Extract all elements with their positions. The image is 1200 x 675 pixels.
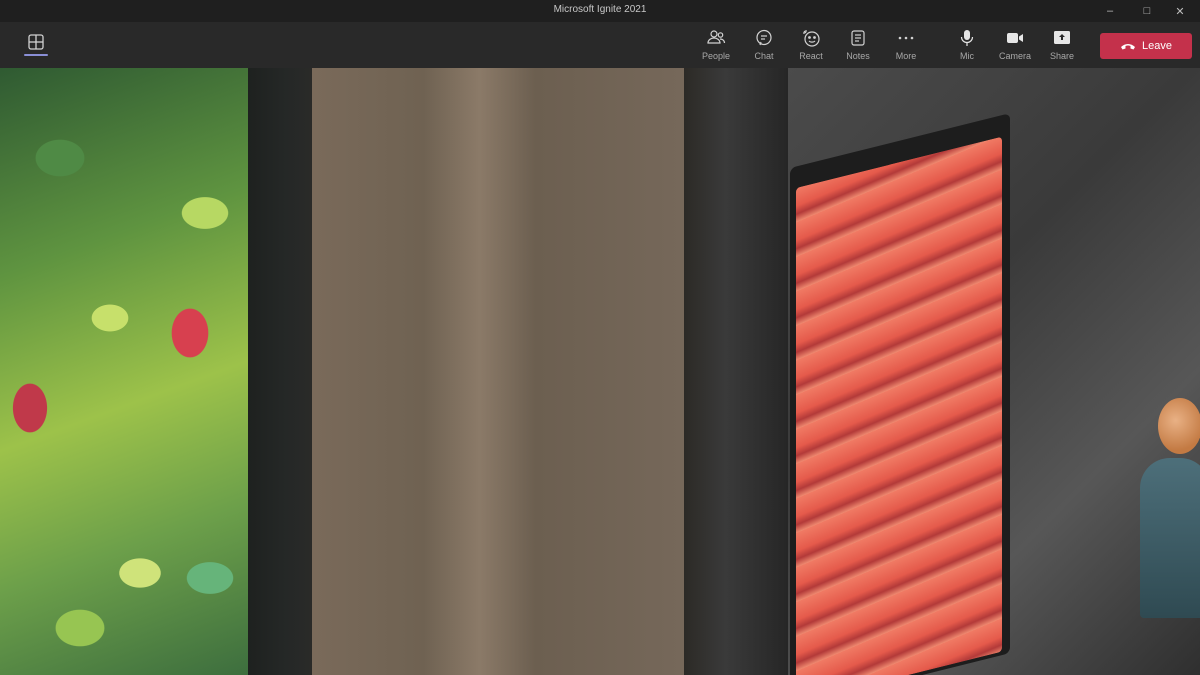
mic-label: Mic <box>960 51 974 61</box>
notes-icon <box>851 30 865 46</box>
chat-label: Chat <box>754 51 774 61</box>
chat-button[interactable]: Chat <box>740 28 788 66</box>
display-screen-content[interactable] <box>796 136 1002 675</box>
leave-button[interactable]: Leave <box>1100 33 1192 59</box>
avatar-body <box>1140 458 1200 618</box>
camera-label: Camera <box>998 51 1031 61</box>
teams-mesh-window: Microsoft Ignite 2021 – □ ✕ People Chat … <box>0 0 1200 675</box>
grid-view-button[interactable] <box>24 34 48 60</box>
meeting-toolbar: People Chat React Notes More Mic Camera … <box>0 22 1200 68</box>
share-button[interactable]: Share <box>1038 28 1086 66</box>
leaf-wall-art <box>0 68 248 675</box>
participant-avatar[interactable] <box>1140 398 1200 618</box>
more-label: More <box>895 51 917 61</box>
camera-button[interactable]: Camera <box>991 28 1039 66</box>
mic-icon <box>960 30 974 46</box>
share-icon <box>1054 31 1070 44</box>
window-title: Microsoft Ignite 2021 <box>553 4 647 15</box>
more-button[interactable]: More <box>882 28 930 66</box>
dark-pillar <box>684 68 788 675</box>
mic-button[interactable]: Mic <box>943 28 991 66</box>
avatar-head <box>1158 398 1200 454</box>
minimize-button[interactable]: – <box>1090 0 1130 22</box>
wood-panel <box>312 68 684 675</box>
title-bar: Microsoft Ignite 2021 – □ ✕ <box>0 0 1200 22</box>
close-button[interactable]: ✕ <box>1160 0 1200 22</box>
leave-label: Leave <box>1142 40 1172 52</box>
camera-icon <box>1007 33 1023 43</box>
people-icon <box>707 30 726 44</box>
dark-pillar <box>248 68 312 675</box>
react-button[interactable]: React <box>787 28 835 66</box>
notes-label: Notes <box>846 51 870 61</box>
people-button[interactable]: People <box>692 28 740 66</box>
mesh-3d-view[interactable] <box>0 68 1200 675</box>
grid-view-icon <box>28 34 44 50</box>
phone-hangup-icon <box>1121 44 1135 50</box>
share-label: Share <box>1049 51 1075 61</box>
chat-icon <box>756 29 772 46</box>
react-icon <box>803 30 820 47</box>
active-view-indicator <box>24 54 48 56</box>
people-label: People <box>701 51 731 61</box>
notes-button[interactable]: Notes <box>834 28 882 66</box>
react-label: React <box>799 51 823 61</box>
more-icon <box>898 36 914 40</box>
